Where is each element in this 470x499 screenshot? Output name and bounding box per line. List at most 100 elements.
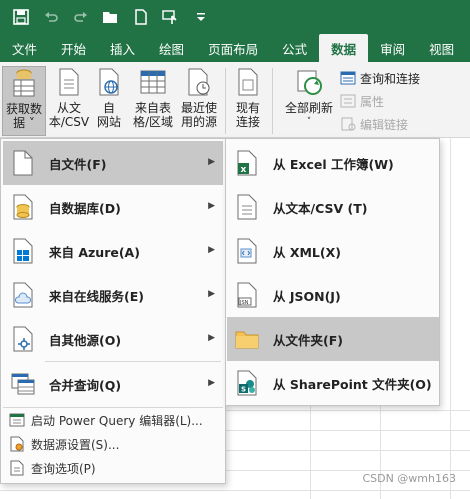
tab-insert[interactable]: 插入 bbox=[98, 34, 147, 62]
menu-item-query-options[interactable]: 查询选项(P) bbox=[3, 457, 223, 479]
data-source-settings-icon bbox=[3, 436, 31, 452]
query-options-icon bbox=[3, 460, 31, 476]
file-icon bbox=[3, 150, 43, 176]
from-text-csv-button[interactable]: 从文 本/CSV bbox=[48, 66, 90, 136]
refresh-all-button[interactable]: 全部刷新 ˅ bbox=[282, 66, 336, 136]
menu-label-launch-power-query: 启动 Power Query 编辑器(L)... bbox=[31, 413, 203, 428]
svg-text:x: x bbox=[241, 165, 247, 175]
properties-button[interactable]: 属性 bbox=[340, 91, 384, 111]
get-data-button[interactable]: 获取数据 ˅ bbox=[2, 66, 46, 136]
existing-connections-icon bbox=[233, 66, 263, 98]
excel-workbook-icon: x bbox=[227, 150, 267, 176]
menu-label-data-source-settings: 数据源设置(S)... bbox=[31, 437, 120, 452]
from-web-button[interactable]: 自网站 bbox=[92, 66, 126, 136]
from-web-label: 自网站 bbox=[96, 101, 121, 129]
tab-formulas[interactable]: 公式 bbox=[270, 34, 319, 62]
submenu-label-text-csv: 从文本/CSV (T) bbox=[273, 200, 368, 216]
submenu-arrow-icon: ▶ bbox=[208, 201, 215, 211]
queries-connections-icon bbox=[340, 71, 356, 85]
quick-access-toolbar bbox=[0, 0, 470, 34]
tab-draw[interactable]: 绘图 bbox=[147, 34, 196, 62]
tab-review[interactable]: 审阅 bbox=[368, 34, 417, 62]
touch-mode-icon[interactable] bbox=[158, 4, 184, 30]
submenu-item-json[interactable]: JSN 从 JSON(J) bbox=[227, 273, 439, 317]
edit-links-label: 编辑链接 bbox=[360, 117, 409, 132]
menu-item-data-source-settings[interactable]: 数据源设置(S)... bbox=[3, 433, 223, 455]
submenu-label-excel-workbook: 从 Excel 工作簿(W) bbox=[273, 156, 394, 172]
queries-connections-button[interactable]: 查询和连接 bbox=[340, 68, 420, 88]
menu-label-query-options: 查询选项(P) bbox=[31, 461, 96, 476]
recent-sources-label: 最近使 用的源 bbox=[180, 101, 217, 129]
from-table-button[interactable]: 来自表 格/区域 bbox=[130, 66, 176, 136]
menu-label-from-azure: 来自 Azure(A) bbox=[49, 244, 140, 260]
other-sources-icon bbox=[3, 326, 43, 352]
azure-windows-icon bbox=[3, 238, 43, 264]
menu-label-combine-queries: 合并查询(Q) bbox=[49, 377, 122, 393]
tab-data[interactable]: 数据 bbox=[319, 34, 369, 62]
queries-connections-label: 查询和连接 bbox=[360, 71, 421, 86]
menu-item-from-database[interactable]: 自数据库(D) ▶ bbox=[3, 185, 223, 229]
tab-file[interactable]: 文件 bbox=[0, 34, 49, 62]
new-file-icon[interactable] bbox=[128, 4, 154, 30]
open-folder-icon[interactable] bbox=[98, 4, 124, 30]
submenu-item-folder[interactable]: 从文件夹(F) bbox=[227, 317, 439, 361]
menu-label-from-online-services: 来自在线服务(E) bbox=[49, 288, 144, 304]
edit-links-icon bbox=[341, 117, 356, 131]
submenu-item-text-csv[interactable]: 从文本/CSV (T) bbox=[227, 185, 439, 229]
save-icon[interactable] bbox=[8, 4, 34, 30]
menu-item-from-online-services[interactable]: 来自在线服务(E) ▶ bbox=[3, 273, 223, 317]
ribbon-data: 获取数据 ˅ 从文 本/CSV 自网站 来自表 格/区域 最近使 用的源 现有 连接 bbox=[0, 62, 470, 138]
refresh-all-label: 全部刷新 bbox=[284, 101, 333, 115]
from-text-csv-label: 从文 本/CSV bbox=[48, 101, 90, 129]
power-query-editor-icon bbox=[3, 412, 31, 428]
menu-item-combine-queries[interactable]: 合并查询(Q) ▶ bbox=[3, 362, 223, 406]
sharepoint-icon: S bbox=[227, 370, 267, 396]
tab-home[interactable]: 开始 bbox=[49, 34, 98, 62]
menu-item-from-file[interactable]: 自文件(F) ▶ bbox=[3, 141, 223, 185]
redo-icon[interactable] bbox=[68, 4, 94, 30]
get-data-label: 获取数据 ˅ bbox=[5, 102, 42, 130]
submenu-item-excel-workbook[interactable]: x 从 Excel 工作簿(W) bbox=[227, 141, 439, 185]
menu-item-launch-power-query[interactable]: 启动 Power Query 编辑器(L)... bbox=[3, 409, 223, 431]
refresh-all-icon bbox=[294, 66, 324, 98]
menu-label-from-database: 自数据库(D) bbox=[49, 200, 121, 216]
submenu-item-xml[interactable]: 从 XML(X) bbox=[227, 229, 439, 273]
submenu-item-sharepoint-folder[interactable]: S 从 SharePoint 文件夹(O) bbox=[227, 361, 439, 405]
json-icon: JSN bbox=[227, 282, 267, 308]
text-csv-icon bbox=[54, 66, 84, 98]
submenu-label-json: 从 JSON(J) bbox=[273, 288, 341, 304]
table-range-icon bbox=[138, 66, 168, 98]
tab-view[interactable]: 视图 bbox=[417, 34, 466, 62]
customize-toolbar-icon[interactable] bbox=[188, 4, 214, 30]
recent-sources-button[interactable]: 最近使 用的源 bbox=[178, 66, 220, 136]
tab-page-layout[interactable]: 页面布局 bbox=[196, 34, 270, 62]
xml-icon bbox=[227, 238, 267, 264]
existing-connections-label: 现有 连接 bbox=[235, 101, 260, 129]
properties-label: 属性 bbox=[360, 94, 385, 109]
from-table-label: 来自表 格/区域 bbox=[132, 101, 174, 129]
submenu-arrow-icon: ▶ bbox=[208, 289, 215, 299]
menu-item-from-azure[interactable]: 来自 Azure(A) ▶ bbox=[3, 229, 223, 273]
refresh-all-dropdown-icon[interactable]: ˅ bbox=[307, 115, 312, 129]
svg-text:S: S bbox=[241, 386, 246, 394]
menu-item-from-other-sources[interactable]: 自其他源(O) ▶ bbox=[3, 317, 223, 361]
properties-icon bbox=[340, 94, 356, 108]
database-icon bbox=[3, 194, 43, 220]
get-data-menu: 自文件(F) ▶ 自数据库(D) ▶ 来自 Azure(A) ▶ 来自在线服务(… bbox=[0, 138, 226, 484]
submenu-arrow-icon: ▶ bbox=[208, 157, 215, 167]
svg-text:JSN: JSN bbox=[239, 300, 249, 306]
edit-links-button[interactable]: 编辑链接 bbox=[340, 114, 408, 134]
existing-connections-button[interactable]: 现有 连接 bbox=[230, 66, 266, 136]
submenu-label-folder: 从文件夹(F) bbox=[273, 332, 343, 348]
submenu-label-xml: 从 XML(X) bbox=[273, 244, 341, 260]
recent-sources-icon bbox=[184, 66, 214, 98]
undo-icon[interactable] bbox=[38, 4, 64, 30]
web-globe-icon bbox=[94, 66, 124, 98]
submenu-arrow-icon: ▶ bbox=[208, 245, 215, 255]
folder-icon bbox=[227, 328, 267, 350]
watermark-text: CSDN @wmh163 bbox=[362, 472, 456, 485]
menu-label-from-other-sources: 自其他源(O) bbox=[49, 332, 122, 348]
submenu-label-sharepoint-folder: 从 SharePoint 文件夹(O) bbox=[273, 376, 432, 392]
ribbon-tabs: 文件 开始 插入 绘图 页面布局 公式 数据 审阅 视图 bbox=[0, 34, 470, 62]
get-data-icon bbox=[9, 67, 39, 99]
